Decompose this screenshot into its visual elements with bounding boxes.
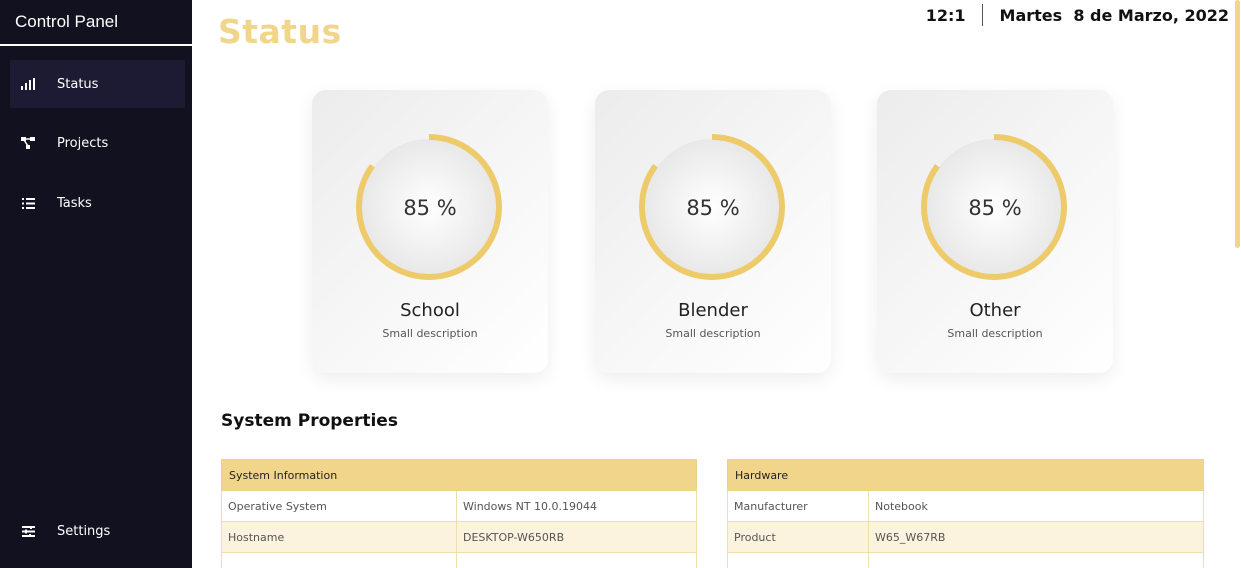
- table-cell: [221, 552, 457, 568]
- sidebar-item-status[interactable]: Status: [10, 60, 185, 108]
- card-description: Small description: [382, 327, 478, 340]
- table-row: [727, 552, 1204, 568]
- card-description: Small description: [947, 327, 1043, 340]
- percent-text: 85 %: [403, 196, 457, 220]
- brand-title: Control Panel: [15, 12, 119, 31]
- table-row: Hostname DESKTOP-W650RB: [221, 521, 697, 553]
- date-time: 12:1 Martes 8 de Marzo, 2022: [926, 4, 1229, 26]
- percent-text: 85 %: [686, 196, 740, 220]
- table-cell: [727, 552, 869, 568]
- status-card-other: 85 % Other Small description: [877, 90, 1113, 373]
- table-header: System Information: [221, 459, 697, 491]
- date-text: Martes 8 de Marzo, 2022: [999, 5, 1229, 25]
- sidebar-item-projects[interactable]: Projects: [10, 119, 185, 167]
- table-row: Product W65_W67RB: [727, 521, 1204, 553]
- table-row: Manufacturer Notebook: [727, 490, 1204, 522]
- sidebar-item-tasks[interactable]: Tasks: [10, 179, 185, 227]
- nodes-icon: [20, 135, 36, 151]
- checklist-icon: [20, 195, 36, 211]
- system-information-table: System Information Operative System Wind…: [221, 459, 697, 568]
- table-cell: Operative System: [221, 490, 457, 522]
- sidebar-item-settings[interactable]: Settings: [10, 507, 185, 555]
- table-cell: [456, 552, 697, 568]
- table-cell: Manufacturer: [727, 490, 869, 522]
- sidebar: Control Panel Status Projects Tasks Sett…: [0, 0, 192, 568]
- card-title: Blender: [678, 300, 748, 321]
- card-title: School: [400, 300, 460, 321]
- sliders-icon: [20, 523, 36, 539]
- table-row: [221, 552, 697, 568]
- table-cell: [868, 552, 1204, 568]
- sidebar-item-label: Tasks: [57, 195, 92, 211]
- status-card-school: 85 % School Small description: [312, 90, 548, 373]
- card-description: Small description: [665, 327, 761, 340]
- signal-bars-icon: [20, 76, 36, 92]
- section-title: System Properties: [221, 411, 398, 431]
- brand: Control Panel: [0, 0, 192, 46]
- table-cell: Hostname: [221, 521, 457, 553]
- page-title: Status: [218, 12, 342, 51]
- hardware-table: Hardware Manufacturer Notebook Product W…: [727, 459, 1204, 568]
- table-cell: DESKTOP-W650RB: [456, 521, 697, 553]
- sidebar-item-label: Projects: [57, 135, 109, 151]
- table-cell: W65_W67RB: [868, 521, 1204, 553]
- table-cell: Notebook: [868, 490, 1204, 522]
- scrollbar[interactable]: [1235, 0, 1240, 248]
- table-cell: Windows NT 10.0.19044: [456, 490, 697, 522]
- table-header: Hardware: [727, 459, 1204, 491]
- table-row: Operative System Windows NT 10.0.19044: [221, 490, 697, 522]
- divider: [981, 4, 983, 26]
- percent-text: 85 %: [968, 196, 1022, 220]
- time-text: 12:1: [925, 5, 966, 25]
- card-title: Other: [969, 300, 1021, 321]
- table-cell: Product: [727, 521, 869, 553]
- status-card-blender: 85 % Blender Small description: [595, 90, 831, 373]
- sidebar-item-label: Settings: [57, 523, 111, 539]
- sidebar-item-label: Status: [57, 76, 99, 92]
